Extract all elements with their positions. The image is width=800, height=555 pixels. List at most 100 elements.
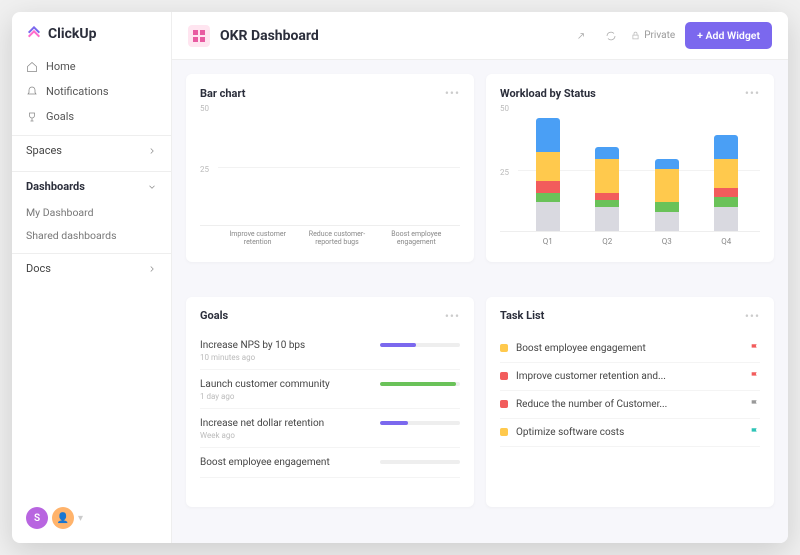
chevron-down-icon [147,182,157,192]
card-title: Goals [200,309,228,322]
task-item[interactable]: Reduce the number of Customer... [500,391,760,419]
section-label: Spaces [26,144,62,157]
sidebar-item-shared-dashboards[interactable]: Shared dashboards [12,224,171,247]
card-workload: Workload by Status ••• 50 25 Q1Q2Q3Q4 [486,74,774,262]
clickup-icon [26,26,42,42]
progress-bar [380,460,460,464]
goal-time: 10 minutes ago [200,353,460,362]
topbar: OKR Dashboard Private + Add Widget [172,12,788,60]
stacked-chart: 50 25 Q1Q2Q3Q4 [500,108,760,232]
brand-name: ClickUp [48,26,96,42]
dashboard-icon [188,25,210,47]
stack-label: Q2 [602,237,612,246]
goal-name: Boost employee engagement [200,457,330,468]
stack-segment [595,207,619,231]
card-menu-button[interactable]: ••• [745,309,760,323]
privacy-label: Private [644,30,675,41]
card-menu-button[interactable]: ••• [445,86,460,100]
bar-label: Reduce customer-reported bugs [302,230,372,247]
add-widget-button[interactable]: + Add Widget [685,22,772,49]
card-title: Task List [500,309,544,322]
stack-segment [536,193,560,203]
app-window: ClickUp Home Notifications Goals Spaces … [12,12,788,543]
stack-col [655,159,679,231]
section-docs[interactable]: Docs [12,253,171,283]
goal-item[interactable]: Boost employee engagement [200,450,460,478]
stack-segment [714,159,738,188]
nav-label: Notifications [46,85,109,98]
goal-item[interactable]: Increase NPS by 10 bps 10 minutes ago [200,333,460,370]
main-area: OKR Dashboard Private + Add Widget Bar c… [172,12,788,543]
nav-notifications[interactable]: Notifications [12,79,171,104]
privacy-indicator[interactable]: Private [631,30,675,41]
nav-label: Home [46,60,76,73]
progress-bar [380,343,460,347]
expand-button[interactable] [571,26,591,46]
stack-segment [655,159,679,169]
trophy-icon [26,111,38,123]
goal-name: Increase net dollar retention [200,418,324,429]
avatar[interactable]: S [26,507,48,529]
stack-segment [655,212,679,231]
chevron-right-icon [147,146,157,156]
stack-label: Q3 [662,237,672,246]
task-item[interactable]: Boost employee engagement [500,335,760,363]
stack-col-wrap: Q1 [536,118,560,231]
card-bar-chart: Bar chart ••• 50 25 Improve customer ret… [186,74,474,262]
stack-label: Q1 [543,237,553,246]
avatar-row: S 👤 ▾ [12,507,171,529]
status-square [500,344,508,352]
section-label: Docs [26,262,51,275]
stack-segment [714,207,738,231]
stack-col-wrap: Q4 [714,135,738,231]
refresh-button[interactable] [601,26,621,46]
stack-segment [595,200,619,207]
task-item[interactable]: Optimize software costs [500,419,760,447]
task-name: Boost employee engagement [516,343,646,354]
home-icon [26,61,38,73]
stack-segment [655,202,679,212]
goal-item[interactable]: Launch customer community 1 day ago [200,372,460,409]
section-dashboards[interactable]: Dashboards [12,171,171,201]
stack-segment [536,118,560,152]
sidebar-item-my-dashboard[interactable]: My Dashboard [12,201,171,224]
goal-item[interactable]: Increase net dollar retention Week ago [200,411,460,448]
lock-icon [631,31,640,40]
card-title: Bar chart [200,87,245,100]
progress-bar [380,421,460,425]
nav-home[interactable]: Home [12,54,171,79]
stack-segment [595,147,619,159]
avatar-more[interactable]: ▾ [78,513,83,524]
brand-logo[interactable]: ClickUp [12,26,171,54]
task-list: Boost employee engagement Improve custome… [500,335,760,447]
task-name: Reduce the number of Customer... [516,399,667,410]
goal-name: Increase NPS by 10 bps [200,340,305,351]
nav-goals[interactable]: Goals [12,104,171,129]
goals-list: Increase NPS by 10 bps 10 minutes ago Laun… [200,333,460,478]
card-menu-button[interactable]: ••• [445,309,460,323]
flag-icon [750,399,760,409]
stack-col-wrap: Q2 [595,147,619,231]
goal-time: Week ago [200,431,460,440]
stack-segment [536,181,560,193]
progress-bar [380,382,460,386]
goal-time: 1 day ago [200,392,460,401]
sidebar: ClickUp Home Notifications Goals Spaces … [12,12,172,543]
stack-segment [714,197,738,207]
card-menu-button[interactable]: ••• [745,86,760,100]
section-spaces[interactable]: Spaces [12,135,171,165]
page-title: OKR Dashboard [220,28,319,44]
dashboard-grid: Bar chart ••• 50 25 Improve customer ret… [172,60,788,543]
stack-segment [595,159,619,193]
stack-col-wrap: Q3 [655,159,679,231]
flag-icon [750,427,760,437]
stack-col [595,147,619,231]
flag-icon [750,371,760,381]
flag-icon [750,343,760,353]
stack-segment [714,135,738,159]
stack-segment [536,152,560,181]
goal-name: Launch customer community [200,379,330,390]
avatar[interactable]: 👤 [52,507,74,529]
card-task-list: Task List ••• Boost employee engagement I… [486,297,774,507]
task-item[interactable]: Improve customer retention and... [500,363,760,391]
